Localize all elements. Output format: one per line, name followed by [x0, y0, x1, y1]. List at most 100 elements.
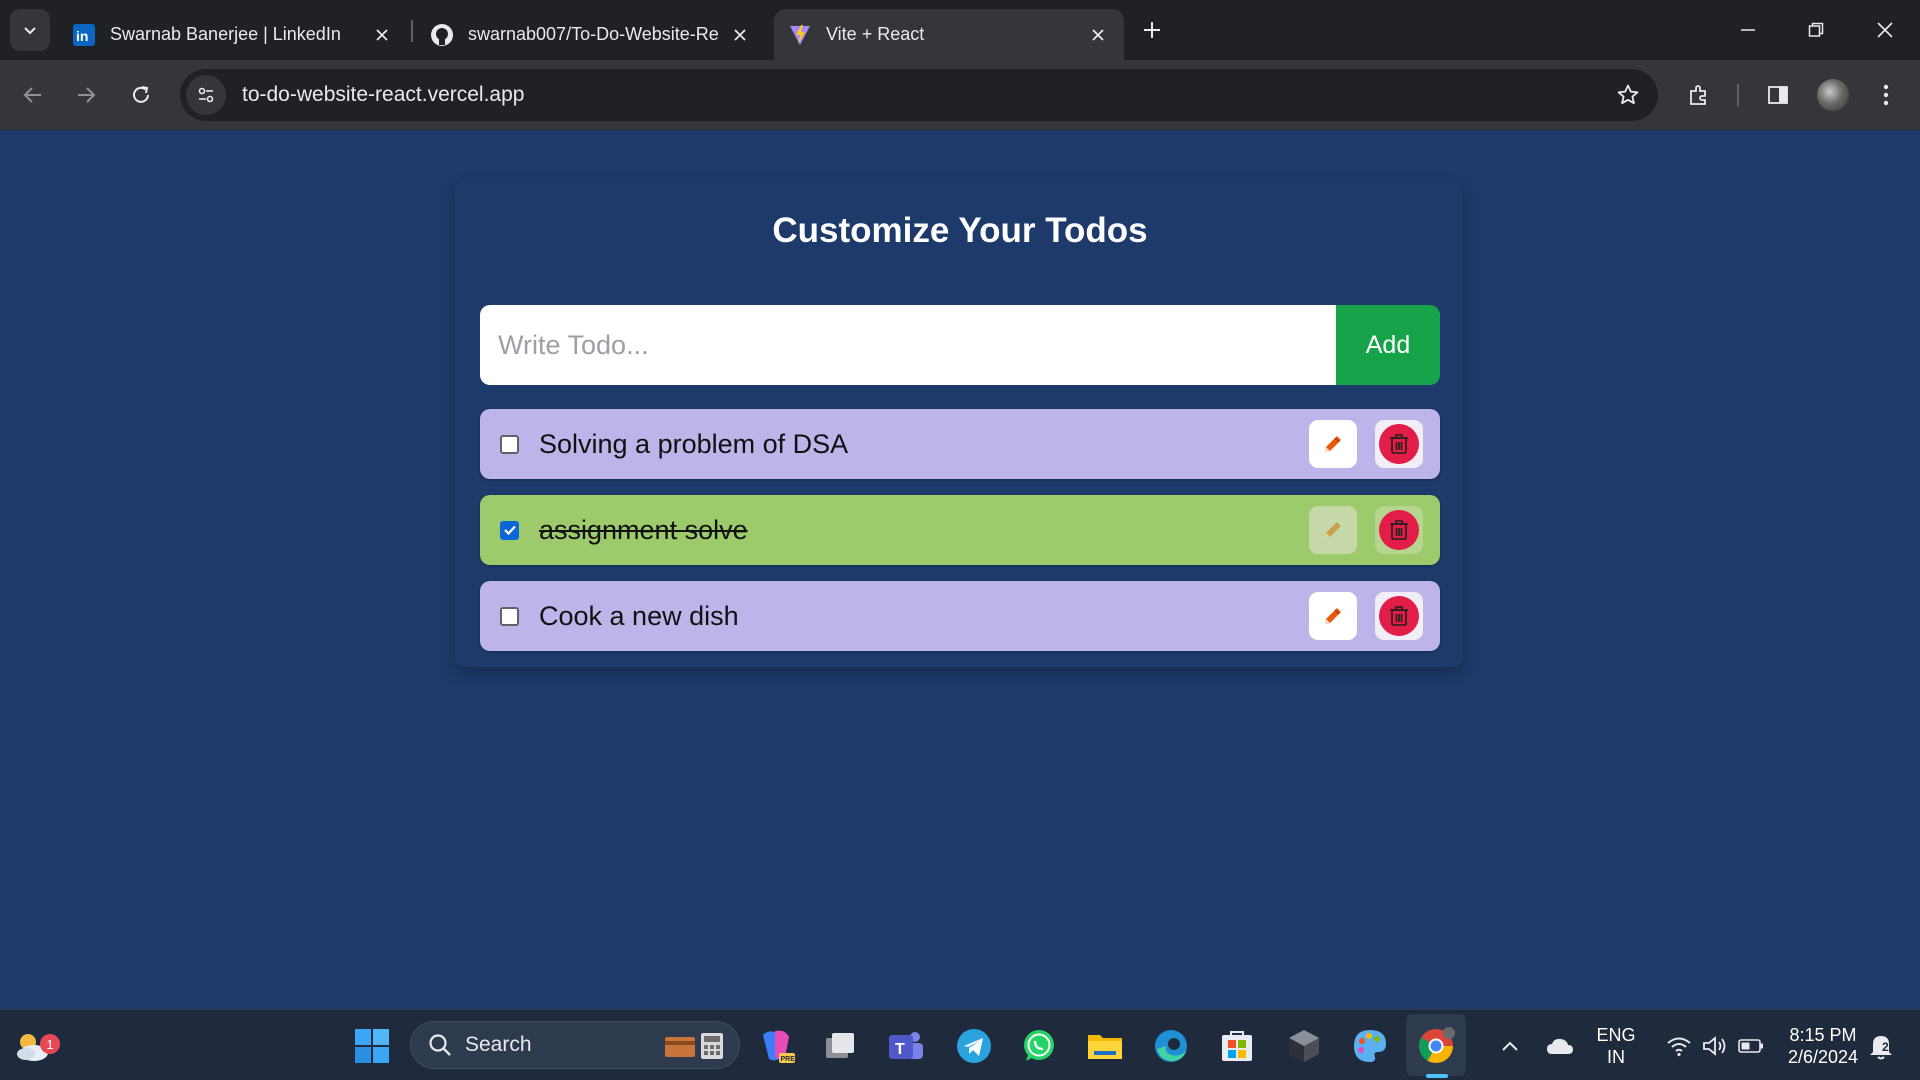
edge-icon: [1155, 1030, 1187, 1062]
search-icon: [429, 1034, 451, 1056]
delete-button[interactable]: [1375, 592, 1423, 640]
clock[interactable]: 8:15 PM 2/6/2024: [1778, 1024, 1868, 1068]
edge-app[interactable]: [1149, 1024, 1193, 1068]
chrome-menu-button[interactable]: [1866, 75, 1906, 115]
chrome-icon: [1419, 1027, 1455, 1063]
browser-tab-bar: in Swarnab Banerjee | LinkedIn swarnab00…: [0, 0, 1920, 60]
site-info-button[interactable]: [186, 75, 226, 115]
copilot-app[interactable]: PRE: [754, 1024, 798, 1068]
chrome-app[interactable]: [1414, 1024, 1458, 1068]
pencil-icon: [1325, 608, 1341, 624]
trash-icon: [1390, 520, 1408, 540]
restore-icon: [1808, 22, 1824, 37]
unity-icon: [1289, 1030, 1319, 1062]
quick-settings-button[interactable]: [1650, 1024, 1780, 1068]
tab-title: swarnab007/To-Do-Website-Re: [468, 24, 719, 44]
ms-store-app[interactable]: [1215, 1024, 1259, 1068]
show-hidden-icons-button[interactable]: [1488, 1024, 1532, 1068]
todo-item: Cook a new dish: [480, 581, 1440, 651]
store-icon: [1222, 1031, 1252, 1061]
paint-app[interactable]: [1348, 1024, 1392, 1068]
todo-form: Add: [480, 305, 1440, 385]
tab-title: Vite + React: [826, 24, 925, 44]
delete-circle: [1379, 510, 1419, 550]
todo-item: assignment solve: [480, 495, 1440, 565]
svg-text:T: T: [895, 1041, 905, 1058]
tab-vite-react[interactable]: Vite + React: [774, 9, 1124, 60]
unity-app[interactable]: [1282, 1024, 1326, 1068]
more-vert-icon: [1883, 84, 1889, 106]
toolbar-divider: [1737, 84, 1739, 106]
edit-button[interactable]: [1309, 592, 1357, 640]
file-explorer-app[interactable]: [1083, 1024, 1127, 1068]
onedrive-button[interactable]: [1538, 1024, 1582, 1068]
teams-icon: T: [889, 1032, 923, 1059]
whatsapp-app[interactable]: [1017, 1024, 1061, 1068]
vite-icon: [788, 23, 812, 47]
todo-input[interactable]: [480, 305, 1336, 385]
delete-button[interactable]: [1375, 506, 1423, 554]
todo-page: Customize Your Todos Add Solving a probl…: [0, 131, 1920, 1009]
todo-item: Solving a problem of DSA: [480, 409, 1440, 479]
todo-checkbox[interactable]: [500, 520, 519, 540]
todo-checkbox[interactable]: [500, 606, 519, 626]
back-button[interactable]: [13, 75, 53, 115]
close-tab-icon[interactable]: [728, 23, 752, 47]
forward-button[interactable]: [66, 75, 106, 115]
address-bar[interactable]: to-do-website-react.vercel.app: [180, 69, 1658, 121]
url-text: to-do-website-react.vercel.app: [242, 83, 525, 106]
weather-widget[interactable]: 1: [10, 1024, 60, 1068]
profile-avatar[interactable]: [1817, 79, 1849, 111]
bookmark-star-button[interactable]: [1612, 79, 1644, 111]
close-window-button[interactable]: [1857, 6, 1913, 54]
task-view-app[interactable]: [818, 1024, 862, 1068]
taskbar-search[interactable]: Search: [410, 1021, 740, 1069]
delete-button[interactable]: [1375, 420, 1423, 468]
task-view-icon: [826, 1033, 854, 1058]
new-tab-button[interactable]: [1136, 12, 1168, 48]
todo-text: Cook a new dish: [539, 600, 739, 631]
weather-badge: 1: [40, 1034, 60, 1054]
todo-text: Solving a problem of DSA: [539, 428, 849, 459]
todo-checkbox[interactable]: [500, 434, 519, 454]
linkedin-icon: in: [72, 23, 96, 47]
add-button[interactable]: Add: [1336, 305, 1440, 385]
delete-circle: [1379, 424, 1419, 464]
search-label: Search: [465, 1033, 532, 1056]
wifi-icon: [1667, 1037, 1691, 1057]
tab-search-button[interactable]: [10, 9, 50, 51]
tab-github[interactable]: swarnab007/To-Do-Website-Re: [416, 9, 766, 60]
tab-linkedin[interactable]: in Swarnab Banerjee | LinkedIn: [58, 9, 408, 60]
tab-divider: [411, 20, 413, 42]
checkmark-icon: [503, 525, 516, 536]
active-app-indicator: [1426, 1074, 1448, 1078]
language-indicator[interactable]: ENG IN: [1590, 1024, 1642, 1068]
tab-title: Swarnab Banerjee | LinkedIn: [110, 24, 341, 44]
extensions-button[interactable]: [1679, 75, 1719, 115]
search-highlight-icon: [665, 1033, 723, 1059]
delete-circle: [1379, 596, 1419, 636]
telegram-app[interactable]: [952, 1024, 996, 1068]
side-panel-button[interactable]: [1758, 75, 1798, 115]
volume-icon: [1703, 1036, 1726, 1056]
star-icon: [1617, 84, 1639, 105]
reload-button[interactable]: [121, 75, 161, 115]
edit-button[interactable]: [1309, 506, 1357, 554]
close-tab-icon[interactable]: [370, 23, 394, 47]
restore-button[interactable]: [1788, 6, 1844, 54]
minimize-icon: [1741, 29, 1755, 31]
minimize-button[interactable]: [1720, 6, 1776, 54]
clock-time: 8:15 PM: [1789, 1025, 1857, 1045]
plus-icon: [1144, 22, 1160, 38]
windows-logo-icon: [355, 1029, 389, 1063]
language-line: ENG: [1596, 1025, 1636, 1045]
puzzle-icon: [1690, 85, 1706, 105]
start-button[interactable]: [350, 1024, 394, 1068]
teams-app[interactable]: T: [884, 1024, 928, 1068]
close-tab-icon[interactable]: [1086, 23, 1110, 47]
side-panel-icon: [1768, 86, 1788, 104]
battery-icon: [1738, 1039, 1763, 1053]
notification-center-button[interactable]: 2: [1864, 1024, 1898, 1068]
edit-button[interactable]: [1309, 420, 1357, 468]
taskbar: 1 Search PRE T ENG IN 8:15 PM 2/6/2024 2: [0, 1009, 1920, 1080]
